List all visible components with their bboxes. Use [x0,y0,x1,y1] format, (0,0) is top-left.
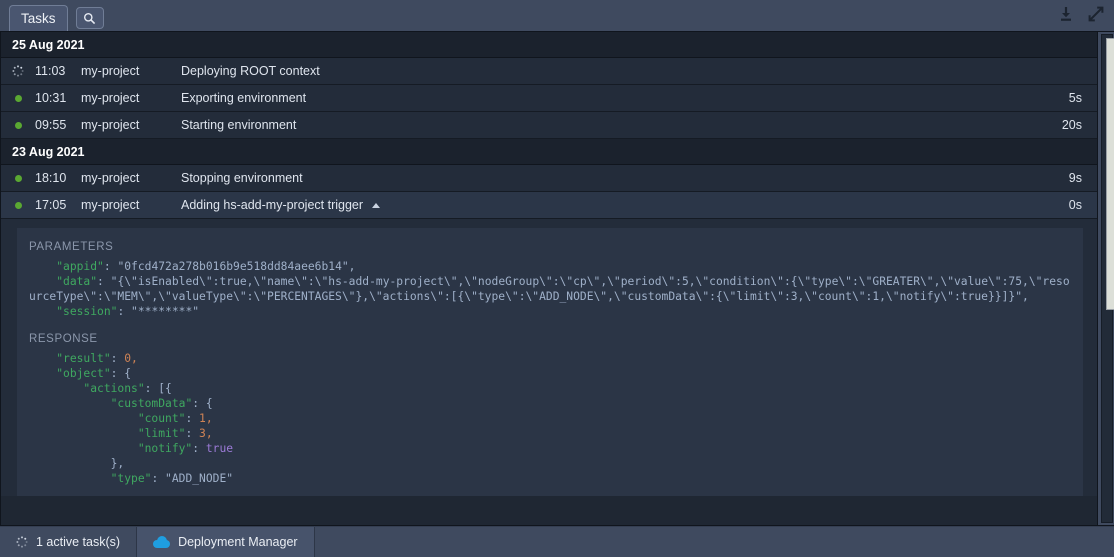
status-dot-icon [1,174,35,182]
active-tasks-label: 1 active task(s) [36,535,121,549]
parameters-code: "appid": "0fcd472a278b016b9e518dd84aee6b… [29,260,1070,318]
scrollbar-thumb[interactable] [1106,38,1114,310]
task-project: my-project [81,91,140,105]
group-date-header: 23 Aug 2021 [1,139,1097,165]
tab-tasks[interactable]: Tasks [9,5,68,31]
task-title: Exporting environment [181,91,307,105]
spinner-icon [16,536,28,548]
task-time: 17:05 [35,198,67,212]
task-project: my-project [81,171,140,185]
response-label: RESPONSE [29,333,98,345]
task-time: 09:55 [35,118,67,132]
task-duration: 0s [1068,198,1082,212]
chevron-up-icon[interactable] [372,202,381,208]
task-project: my-project [81,118,140,132]
task-time: 11:03 [35,64,66,78]
task-detail-panel: PARAMETERS "appid": "0fcd472a278b016b9e5… [1,219,1097,496]
task-time: 10:31 [35,91,67,105]
task-project: my-project [81,64,140,78]
expand-icon[interactable] [1088,6,1104,22]
response-code: "result": 0, "object": { "actions": [{ "… [56,352,234,485]
task-duration: 20s [1061,118,1082,132]
task-title: Stopping environment [181,171,303,185]
status-bar: 1 active task(s) Deployment Manager [0,526,1114,557]
task-duration: 5s [1068,91,1082,105]
scrollbar-track[interactable] [1101,34,1114,523]
task-title: Adding hs-add-my-project trigger [181,198,1019,212]
deployment-manager-label: Deployment Manager [178,535,298,549]
table-row[interactable]: 17:05 my-project Adding hs-add-my-project … [1,192,1097,219]
active-tasks-status[interactable]: 1 active task(s) [0,527,138,557]
download-icon[interactable] [1058,6,1074,22]
window-toolbar: Tasks [0,0,1114,31]
parameters-label: PARAMETERS [29,241,114,253]
status-dot-icon [1,94,35,102]
task-time: 18:10 [35,171,67,185]
task-title: Deploying ROOT context [181,64,320,78]
task-title: Starting environment [181,118,297,132]
task-project: my-project [81,198,140,212]
spinner-icon [1,65,35,77]
table-row[interactable]: 11:03 my-project Deploying ROOT context [1,58,1097,85]
tasks-list: 25 Aug 2021 11:03 my-project Deploying ROOT… [1,32,1097,525]
tasks-panel: 25 Aug 2021 11:03 my-project Deploying ROOT… [0,31,1114,526]
toolbar-actions [1058,6,1104,22]
task-duration: 9s [1068,171,1082,185]
tasks-window: Tasks 25 Aug 2021 11:03 my-project Deplo… [0,0,1114,557]
deployment-manager-item[interactable]: Deployment Manager [137,527,315,557]
group-date-header: 25 Aug 2021 [1,32,1097,58]
table-row[interactable]: 10:31 my-project Exporting environment 5s [1,85,1097,112]
search-button[interactable] [75,7,104,29]
tab-tasks-label: Tasks [21,11,56,26]
table-row[interactable]: 18:10 my-project Stopping environment 9s [1,165,1097,192]
table-row[interactable]: 09:55 my-project Starting environment 20s [1,112,1097,139]
vertical-scrollbar[interactable] [1097,32,1114,525]
cloud-icon [153,536,171,548]
search-icon [83,12,96,25]
status-dot-icon [1,201,35,209]
status-dot-icon [1,121,35,129]
